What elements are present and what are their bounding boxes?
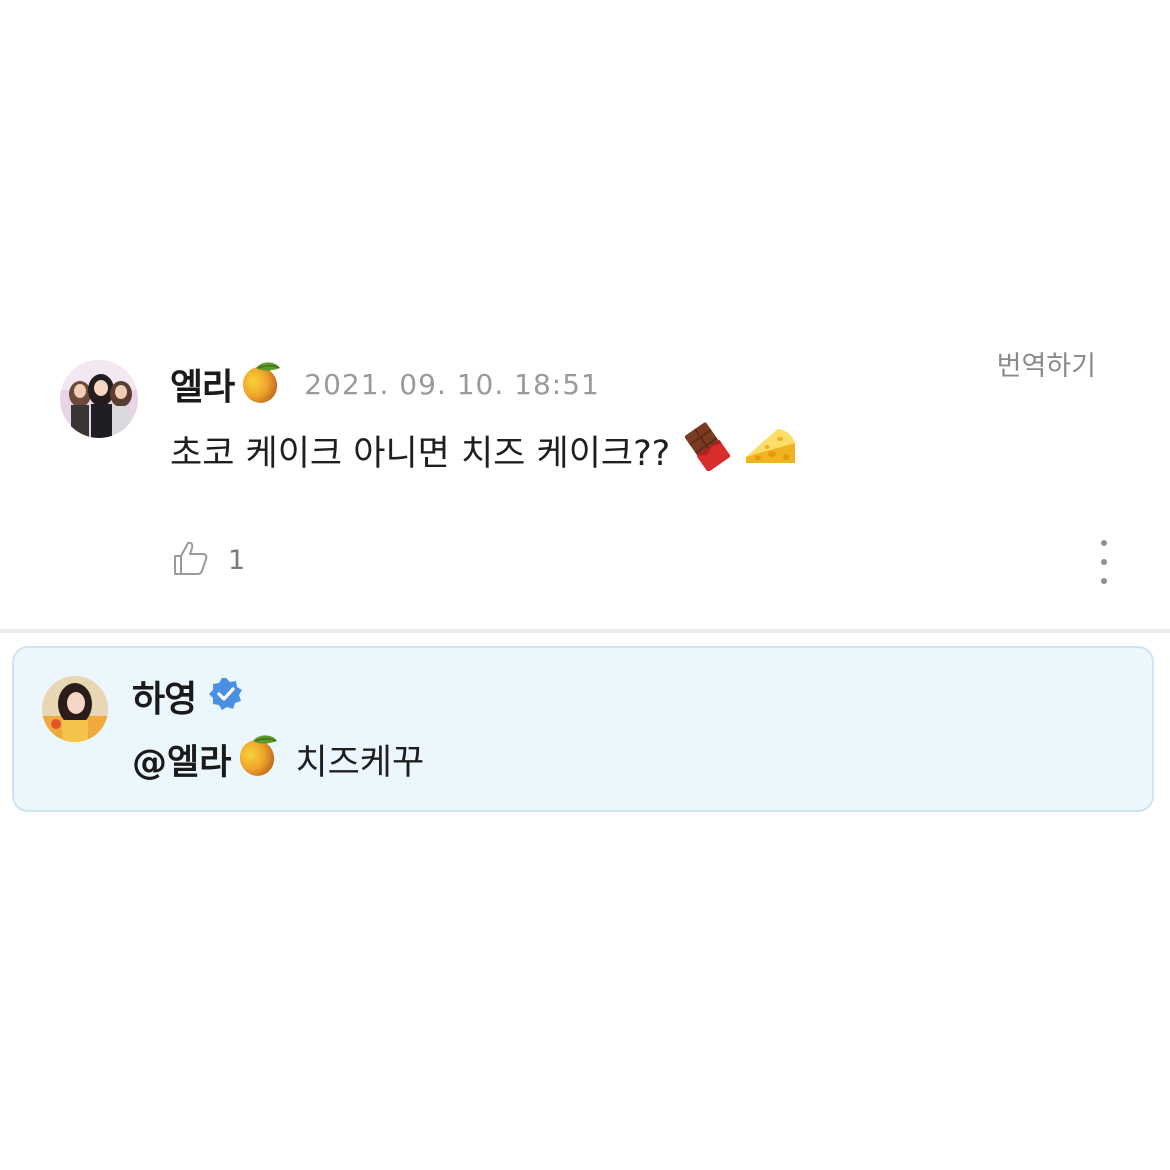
more-dot [1101, 578, 1107, 584]
reply-header: 하영 [132, 672, 244, 720]
mango-icon [235, 732, 281, 787]
reply-highlight: 하영 @엘라 치즈케꾸 [12, 646, 1154, 812]
comment-header: 엘라 2021. 09. 10. 18:51 [170, 360, 600, 408]
mention-name: @엘라 [132, 742, 232, 783]
cheese-icon [742, 421, 798, 480]
more-dot [1101, 559, 1107, 565]
reply-text: @엘라 치즈케꾸 [132, 734, 424, 784]
more-options-button[interactable] [1092, 540, 1116, 584]
avatar-photo-icon [60, 360, 138, 438]
chocolate-icon [684, 421, 734, 480]
reply-author-name[interactable]: 하영 [132, 670, 197, 722]
divider [0, 629, 1170, 633]
more-vertical-icon [1101, 540, 1107, 546]
verified-icon [208, 676, 244, 716]
comment-body: 초코 케이크 아니면 치즈 케이크?? [170, 433, 671, 474]
comment-text: 초코 케이크 아니면 치즈 케이크?? [170, 421, 798, 476]
mango-icon [238, 359, 284, 409]
thumbs-up-icon [170, 538, 210, 582]
reply-body: 치즈케꾸 [295, 742, 425, 783]
translate-button[interactable]: 번역하기 [997, 344, 1096, 383]
author-name[interactable]: 엘라 [170, 358, 235, 410]
like-count: 1 [228, 544, 246, 576]
hayoung-avatar[interactable] [42, 676, 108, 742]
comment-timestamp: 2021. 09. 10. 18:51 [304, 367, 600, 401]
comment-item: 엘라 2021. 09. 10. 18:51 번역하기 초코 케이크 아니면 치… [0, 330, 1170, 630]
comment-actions: 1 [170, 535, 245, 585]
like-button[interactable]: 1 [170, 538, 245, 582]
mention-link[interactable]: @엘라 [132, 732, 281, 787]
avatar-photo-icon [42, 676, 108, 742]
ella-avatar[interactable] [60, 360, 138, 438]
